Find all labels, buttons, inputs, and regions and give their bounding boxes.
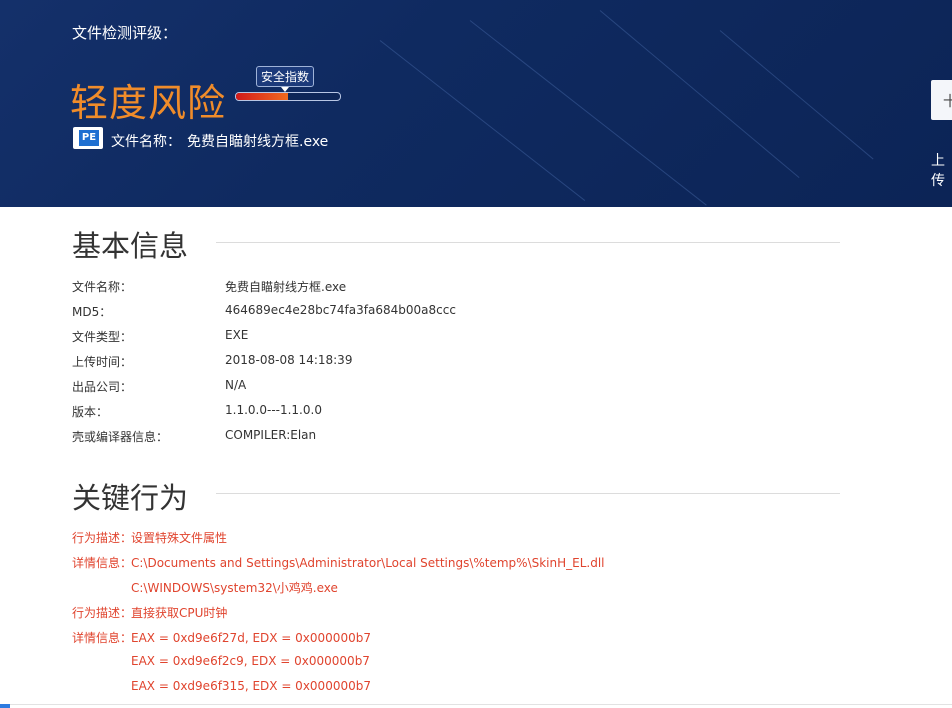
behavior-line: 详情信息：C:\Documents and Settings\Administr… — [72, 556, 605, 570]
info-value: 免费自瞄射线方框.exe — [225, 280, 347, 294]
info-key: 出品公司： — [72, 380, 133, 394]
info-value: 2018-08-08 14:18:39 — [225, 353, 353, 367]
info-key: 上传时间： — [72, 355, 133, 369]
plus-icon: 十 — [943, 94, 952, 110]
report-header: 文件检测评级： 轻度风险 安全指数 PE 文件名称： 免费自瞄射线方框.exe 十… — [0, 0, 952, 207]
behavior-line: 详情信息：EAX = 0xd9e6f27d, EDX = 0x000000b7 — [72, 631, 371, 645]
info-key: 文件类型： — [72, 330, 133, 344]
info-value: N/A — [225, 378, 247, 392]
safety-index-fill — [236, 93, 288, 100]
scroll-indicator — [0, 704, 10, 708]
info-value: 464689ec4e28bc74fa3fa684b00a8ccc — [225, 303, 456, 317]
file-name-value: 免费自瞄射线方框.exe — [187, 134, 329, 150]
behavior-line: EAX = 0xd9e6f315, EDX = 0x000000b7 — [131, 679, 371, 693]
bottom-divider — [0, 704, 952, 705]
pe-file-icon: PE — [73, 127, 103, 149]
safety-index-tag: 安全指数 — [256, 66, 315, 92]
key-behaviors-title: 关键行为 — [72, 481, 189, 515]
info-key: 版本： — [72, 405, 109, 419]
file-name-row: 文件名称： 免费自瞄射线方框.exe — [111, 131, 328, 151]
behavior-line: C:\WINDOWS\system32\小鸡鸡.exe — [131, 581, 338, 595]
file-name-label: 文件名称： — [111, 134, 181, 150]
behavior-line: 行为描述：直接获取CPU时钟 — [72, 606, 228, 620]
risk-level: 轻度风险 — [70, 81, 227, 125]
behavior-line: 行为描述：设置特殊文件属性 — [72, 531, 228, 545]
upload-button[interactable]: 十 — [931, 80, 952, 120]
behavior-line: EAX = 0xd9e6f2c9, EDX = 0x000000b7 — [131, 654, 370, 668]
rating-label: 文件检测评级： — [72, 24, 178, 42]
info-value: COMPILER:Elan — [225, 428, 317, 442]
info-key: 壳或编译器信息： — [72, 430, 169, 444]
basic-info-title: 基本信息 — [72, 229, 189, 263]
info-key: 文件名称： — [72, 280, 133, 294]
info-value: EXE — [225, 328, 249, 342]
divider — [216, 242, 840, 243]
safety-index-bar — [235, 92, 341, 101]
info-value: 1.1.0.0---1.1.0.0 — [225, 403, 322, 417]
divider — [216, 493, 840, 494]
upload-text: 上传 — [931, 153, 945, 189]
info-key: MD5： — [72, 305, 112, 319]
